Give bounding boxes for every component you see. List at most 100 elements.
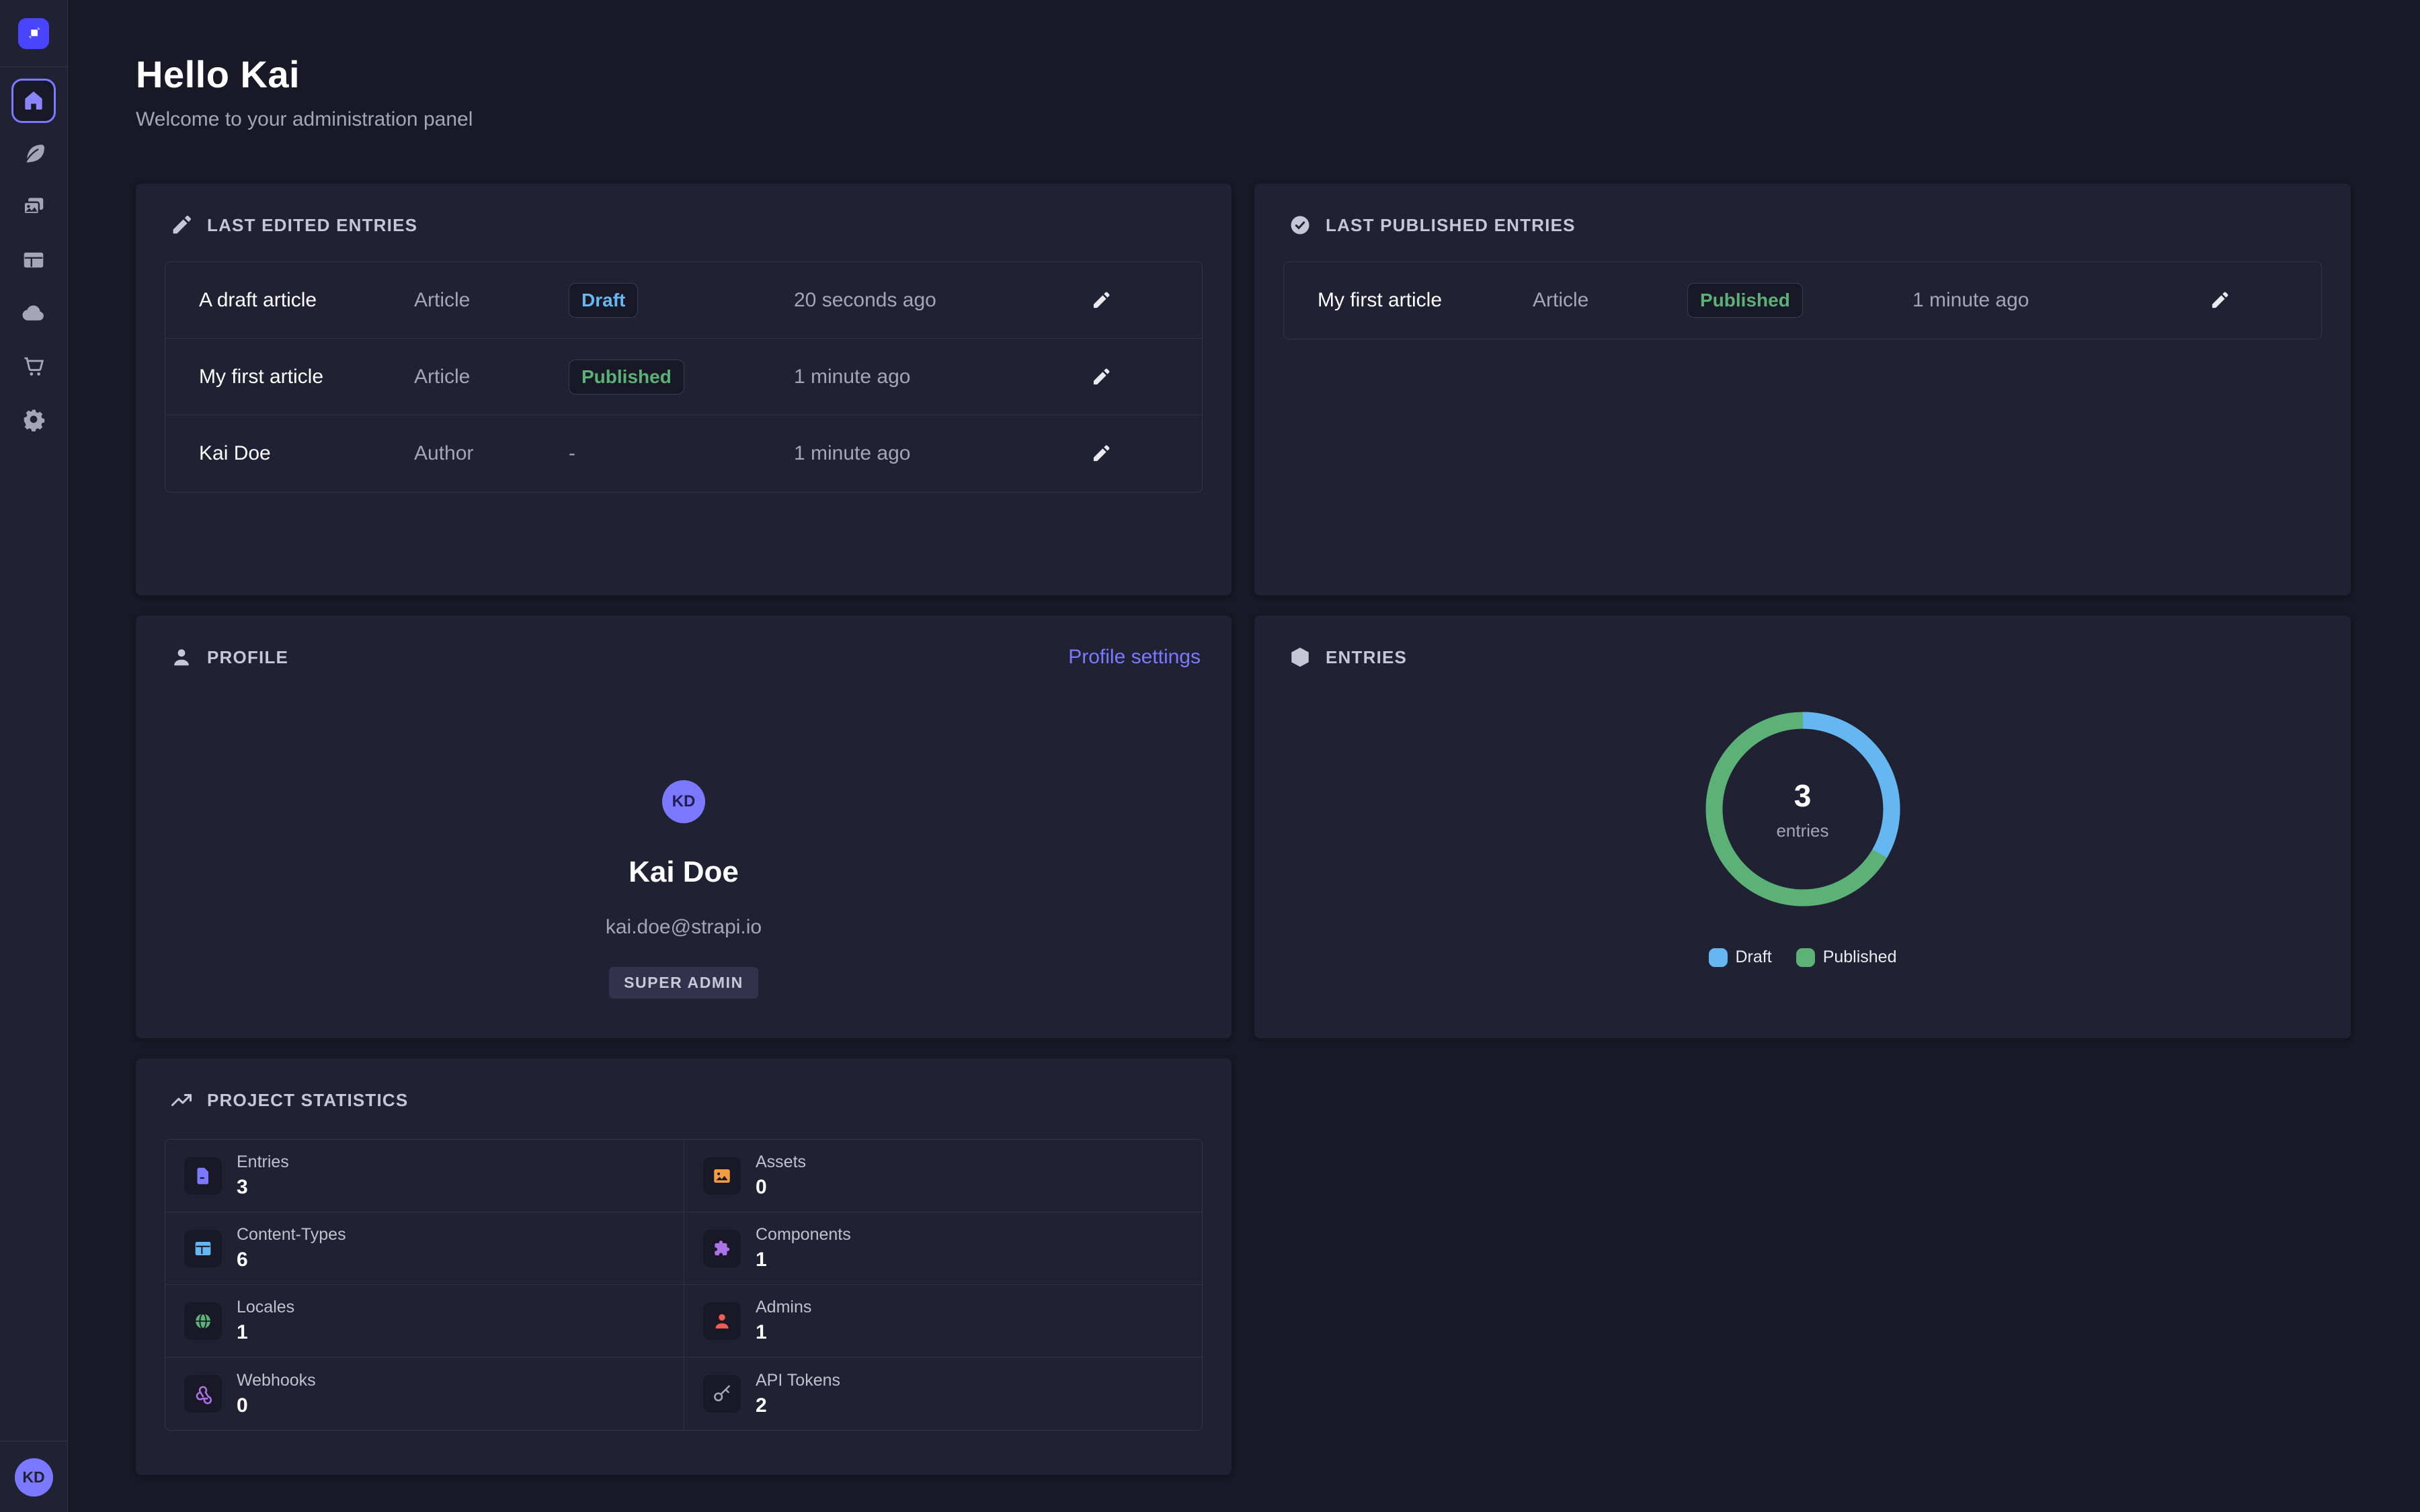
stat-value: 1 (237, 1321, 294, 1344)
stat-value: 0 (237, 1394, 316, 1417)
layout-icon (21, 247, 46, 273)
table-row: A draft article Article Draft 20 seconds… (165, 262, 1202, 339)
panel-title: PROFILE (207, 647, 288, 668)
stat-label: Entries (237, 1152, 289, 1172)
puzzle-icon (703, 1230, 741, 1267)
entries-count-label: entries (1776, 821, 1828, 841)
user-avatar[interactable]: KD (15, 1458, 53, 1497)
panel-project-statistics: PROJECT STATISTICS Entries 3 Assets 0 Co… (136, 1058, 1232, 1475)
panel-title: LAST PUBLISHED ENTRIES (1326, 215, 1576, 236)
page-title: Hello Kai (136, 52, 2351, 96)
sidebar-item-cloud[interactable] (11, 291, 56, 335)
profile-body: KD Kai Doe kai.doe@strapi.io SUPER ADMIN (136, 669, 1232, 999)
status-badge: Draft (569, 283, 638, 318)
sidebar-item-marketplace[interactable] (11, 344, 56, 388)
stat-item-admins: Admins 1 (684, 1285, 1202, 1357)
home-icon (21, 88, 46, 114)
panel-header: PROFILE Profile settings (169, 645, 1201, 669)
legend-label: Published (1823, 948, 1897, 967)
strapi-logo-icon (18, 18, 49, 49)
entry-name: A draft article (199, 289, 414, 312)
stat-value: 3 (237, 1176, 289, 1199)
stat-label: Admins (756, 1298, 811, 1317)
cloud-icon (21, 300, 46, 326)
panel-header: PROJECT STATISTICS (169, 1088, 1201, 1112)
stat-item-content-types: Content-Types 6 (165, 1212, 684, 1285)
legend-item-published: Published (1796, 948, 1897, 967)
entries-donut-chart: 3 entries (1702, 708, 1904, 910)
stat-value: 6 (237, 1249, 346, 1271)
edit-entry-button[interactable] (1086, 286, 1116, 315)
last-edited-table: A draft article Article Draft 20 seconds… (165, 261, 1203, 493)
table-row: My first article Article Published 1 min… (165, 339, 1202, 415)
last-published-table: My first article Article Published 1 min… (1283, 261, 2322, 339)
panel-entries: ENTRIES 3 entries DraftPublished (1254, 616, 2351, 1038)
profile-name: Kai Doe (629, 855, 739, 889)
sidebar: KD (0, 0, 68, 1512)
stat-value: 0 (756, 1176, 806, 1199)
file-icon (184, 1157, 222, 1195)
stat-item-entries: Entries 3 (165, 1140, 684, 1212)
page-subtitle: Welcome to your administration panel (136, 108, 2351, 131)
person-icon (169, 645, 194, 669)
status-badge: Published (1687, 283, 1803, 318)
sidebar-item-content-manager[interactable] (11, 132, 56, 176)
status-badge: Published (569, 360, 684, 394)
profile-avatar: KD (662, 780, 705, 823)
panel-last-edited-entries: LAST EDITED ENTRIES A draft article Arti… (136, 183, 1232, 595)
sidebar-item-media-library[interactable] (11, 185, 56, 229)
sidebar-nav (0, 79, 67, 450)
status-empty: - (569, 442, 575, 464)
entry-name: Kai Doe (199, 442, 414, 465)
legend-item-draft: Draft (1709, 948, 1772, 967)
entry-updated-time: 1 minute ago (1912, 289, 2205, 312)
check-circle-icon (1288, 213, 1312, 237)
key-icon (703, 1375, 741, 1413)
stat-item-webhooks: Webhooks 0 (165, 1357, 684, 1430)
pencil-icon (2209, 290, 2230, 311)
profile-settings-link[interactable]: Profile settings (1068, 646, 1201, 669)
stat-label: Webhooks (237, 1371, 316, 1390)
gear-icon (21, 407, 46, 432)
edit-entry-button[interactable] (1086, 439, 1116, 468)
profile-email: kai.doe@strapi.io (606, 916, 762, 939)
panel-last-published-entries: LAST PUBLISHED ENTRIES My first article … (1254, 183, 2351, 595)
main-content: Hello Kai Welcome to your administration… (68, 0, 2420, 1512)
entry-type: Article (414, 366, 569, 388)
edit-entry-button[interactable] (2205, 286, 2234, 315)
edit-entry-button[interactable] (1086, 362, 1116, 392)
webhook-icon (184, 1375, 222, 1413)
widgets-grid: LAST EDITED ENTRIES A draft article Arti… (136, 183, 2351, 1475)
entry-status: Draft (569, 283, 794, 318)
entry-name: My first article (199, 366, 414, 388)
stat-value: 2 (756, 1394, 840, 1417)
stat-label: Content-Types (237, 1225, 346, 1245)
admin-icon (703, 1302, 741, 1340)
stat-value: 1 (756, 1321, 811, 1344)
entry-updated-time: 1 minute ago (794, 442, 1086, 465)
entry-type: Article (414, 289, 569, 312)
entry-status: - (569, 442, 794, 465)
stat-item-components: Components 1 (684, 1212, 1202, 1285)
panel-title: PROJECT STATISTICS (207, 1090, 408, 1111)
sidebar-item-home[interactable] (11, 79, 56, 123)
stat-label: API Tokens (756, 1371, 840, 1390)
stat-label: Assets (756, 1152, 806, 1172)
stat-label: Locales (237, 1298, 294, 1317)
sidebar-item-settings[interactable] (11, 397, 56, 442)
profile-role-badge: SUPER ADMIN (609, 967, 758, 999)
donut-center: 3 entries (1702, 708, 1904, 910)
panel-title: LAST EDITED ENTRIES (207, 215, 417, 236)
cart-icon (21, 353, 46, 379)
page-header: Hello Kai Welcome to your administration… (136, 52, 2351, 131)
entry-type: Article (1533, 289, 1687, 312)
stat-item-api-tokens: API Tokens 2 (684, 1357, 1202, 1430)
stat-item-assets: Assets 0 (684, 1140, 1202, 1212)
pencil-icon (1090, 290, 1112, 311)
entry-name: My first article (1318, 289, 1533, 312)
legend-label: Draft (1736, 948, 1772, 967)
table-row: My first article Article Published 1 min… (1284, 262, 2321, 339)
picture-icon (703, 1157, 741, 1195)
sidebar-item-content-type-builder[interactable] (11, 238, 56, 282)
cube-icon (1288, 645, 1312, 669)
